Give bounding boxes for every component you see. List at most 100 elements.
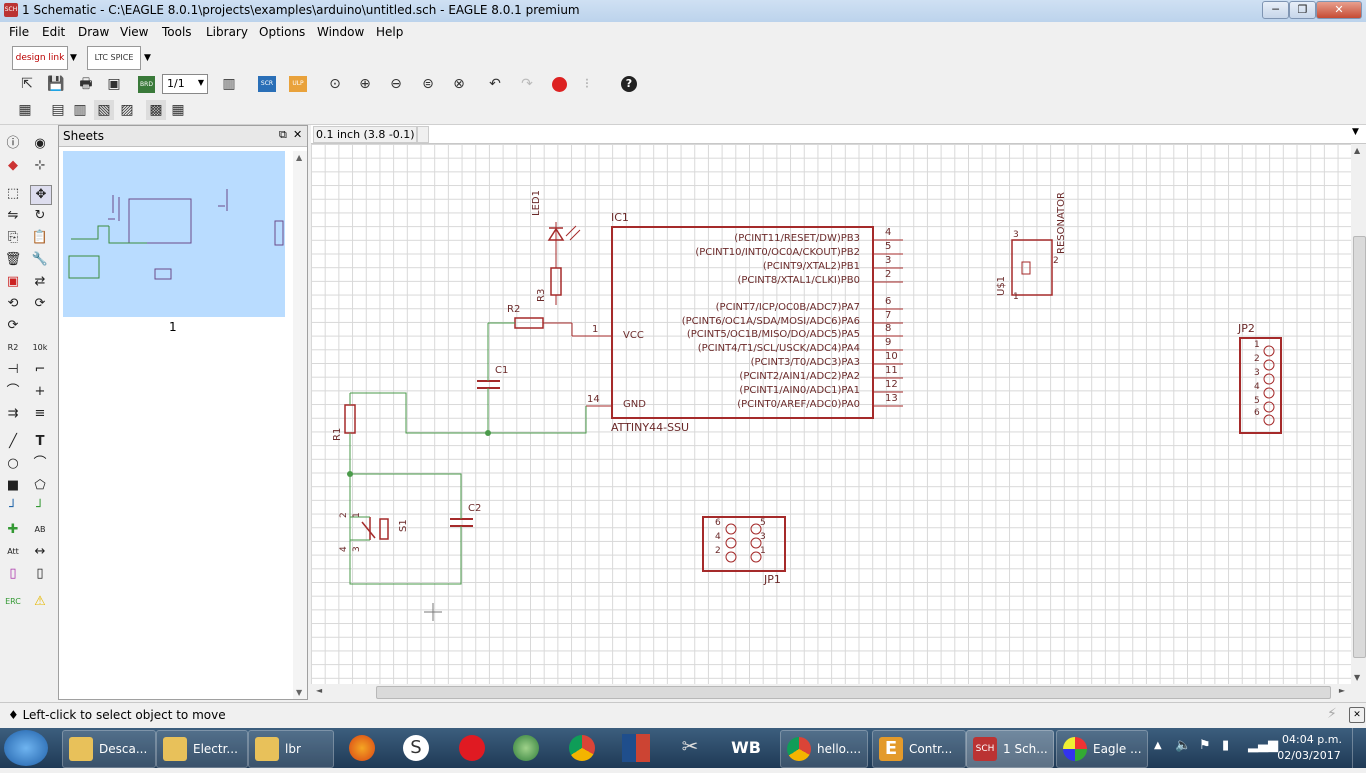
scroll-left-icon[interactable]: ◄ [316,686,322,695]
ulp-button[interactable]: ULP [289,76,307,92]
menu-edit[interactable]: Edit [42,25,65,39]
scroll-up-icon[interactable]: ▲ [1354,146,1360,155]
optimize-icon[interactable]: ⇉ [3,405,23,423]
menu-options[interactable]: Options [259,25,305,39]
stop-command-icon[interactable]: ✕ [1349,707,1365,723]
invoke-icon[interactable]: ⟳ [30,295,50,313]
frame-icon[interactable]: ▯ [3,565,23,583]
layout-left-icon[interactable]: ▩ [146,100,166,120]
maximize-button[interactable]: ❐ [1289,1,1316,19]
menu-help[interactable]: Help [376,25,403,39]
mark-icon[interactable]: ⊹ [30,157,50,175]
smash-icon[interactable]: + [30,383,50,401]
app-window-icon[interactable] [618,732,654,764]
vertical-scrollbar[interactable]: ▲ ▼ [1351,144,1366,684]
schematic-canvas[interactable]: IC1 ATTINY44-SSU VCC GND 1 14 (PCINT11/R… [311,144,1351,684]
change-icon[interactable]: ≡ [30,405,50,423]
menu-window[interactable]: Window [317,25,364,39]
menu-view[interactable]: View [120,25,148,39]
select-icon[interactable]: ⬚ [3,185,23,203]
layout-single-icon[interactable]: ▤ [48,100,68,120]
start-button[interactable] [4,730,48,766]
undo-icon[interactable]: ↶ [485,74,505,94]
script-button[interactable]: SCR [258,76,276,92]
vertical-scroll-thumb[interactable] [1353,236,1366,658]
label-icon[interactable]: AB [30,521,50,539]
task-folder-lbr[interactable]: lbr [248,730,334,768]
bus-icon[interactable]: ┘ [30,499,50,517]
task-paint-eagle[interactable]: Eagle ... [1056,730,1148,768]
chrome-icon[interactable] [564,732,600,764]
net-icon[interactable]: ┘ [3,499,23,517]
scroll-down-icon[interactable]: ▼ [296,688,302,697]
network-icon[interactable]: ▂▄▆ [1248,738,1278,753]
clock-time[interactable]: 04:04 p.m. [1282,733,1342,746]
stop-icon[interactable] [552,77,567,92]
zoom-in-icon[interactable]: ⊕ [355,74,375,94]
redo-icon[interactable]: ↷ [517,74,537,94]
clock-date[interactable]: 02/03/2017 [1276,749,1342,762]
undock-icon[interactable]: ⧉ [279,128,287,142]
close-panel-icon[interactable]: ✕ [293,128,302,141]
pin-swap-icon[interactable]: ⟳ [3,317,23,335]
scroll-right-icon[interactable]: ► [1339,686,1345,695]
layout-quad-icon[interactable]: ▨ [117,100,137,120]
zoom-fit-icon[interactable]: ⊙ [325,74,345,94]
menu-draw[interactable]: Draw [78,25,109,39]
open-icon[interactable]: ⇱ [17,74,37,94]
sheets-scrollbar[interactable]: ▲ ▼ [293,151,307,699]
scroll-down-icon[interactable]: ▼ [1354,673,1360,682]
tray-expand-icon[interactable]: ▲ [1154,740,1162,751]
command-dropdown-icon[interactable]: ▼ [1352,127,1359,137]
line-icon[interactable]: ╱ [3,433,23,451]
horizontal-scroll-thumb[interactable] [376,686,1331,699]
menu-file[interactable]: File [9,25,29,39]
minimize-button[interactable]: ─ [1262,1,1289,19]
library-icon[interactable]: ▥ [219,74,239,94]
layout-panel-icon[interactable]: ▧ [94,100,114,120]
split-icon[interactable]: ⊣ [3,361,23,379]
name-icon[interactable]: R2 [3,339,23,357]
rotate-icon[interactable]: ↻ [30,207,50,225]
polygon-icon[interactable]: ⬠ [30,477,50,495]
zoom-select-icon[interactable]: ⊗ [449,74,469,94]
value-icon[interactable]: 10k [30,339,50,357]
workbench-icon[interactable]: WB [728,732,764,764]
arc-icon[interactable]: ⌒ [30,455,50,473]
command-history-button[interactable] [417,126,429,143]
horizontal-scrollbar[interactable]: ◄ ► [311,684,1351,700]
circle-icon[interactable]: ○ [3,455,23,473]
task-folder-descargas[interactable]: Desca... [62,730,156,768]
scroll-up-icon[interactable]: ▲ [296,153,302,162]
copy-icon[interactable]: ⎘ [3,229,23,247]
show-icon[interactable]: ◉ [30,135,50,153]
miter-icon[interactable]: ⌐ [30,361,50,379]
zoom-redraw-icon[interactable]: ⊜ [418,74,438,94]
menu-tools[interactable]: Tools [162,25,192,39]
print-icon[interactable]: 🖶 [76,74,96,94]
info-icon[interactable]: ⓘ [3,135,23,153]
paste-icon[interactable]: 📋 [30,229,50,247]
bend-icon[interactable]: ⌒ [3,383,23,401]
rectangle-icon[interactable]: ■ [3,477,23,495]
firefox-icon[interactable] [344,732,380,764]
help-icon[interactable]: ? [621,76,637,92]
skype-icon[interactable]: S [398,732,434,764]
wrench-icon[interactable]: 🔧 [30,251,50,269]
save-icon[interactable]: 💾 [46,74,66,94]
designlink-button[interactable]: design link [12,46,68,70]
warning-icon[interactable]: ⚠ [30,593,50,611]
layout-split-icon[interactable]: ▥ [70,100,90,120]
ltspice-button[interactable]: LTC SPICE [87,46,141,70]
task-eagle-control[interactable]: E Contr... [872,730,966,768]
task-folder-electr[interactable]: Electr... [156,730,248,768]
mirror-icon[interactable]: ⇋ [3,207,23,225]
erc-icon[interactable]: ERC [3,593,23,611]
zoom-out-icon[interactable]: ⊖ [386,74,406,94]
menu-library[interactable]: Library [206,25,248,39]
ltspice-dropdown-icon[interactable]: ▼ [144,53,151,63]
module-icon[interactable]: ▯ [30,565,50,583]
battery-icon[interactable]: ▮ [1222,738,1229,753]
task-schematic[interactable]: SCH 1 Sch... [966,730,1054,768]
tools-icon[interactable]: ✂ [672,732,708,764]
